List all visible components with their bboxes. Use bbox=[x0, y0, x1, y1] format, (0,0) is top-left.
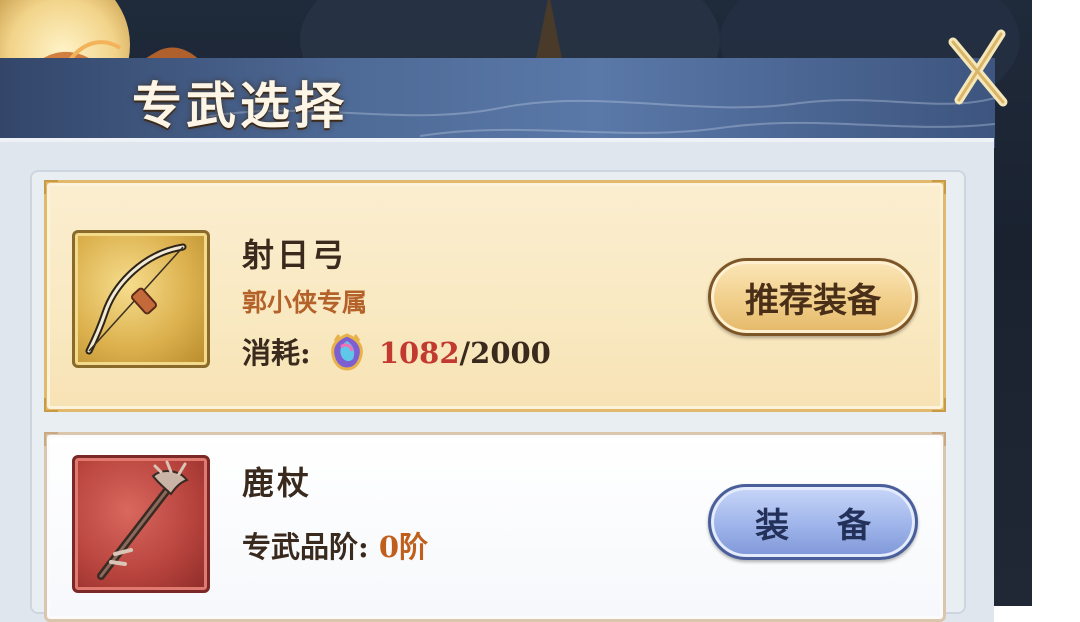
cost-total: /2000 bbox=[459, 336, 551, 370]
equip-button[interactable]: 装 备 bbox=[708, 484, 918, 560]
bow-icon bbox=[85, 243, 187, 355]
rainbow-gem-icon bbox=[330, 333, 363, 371]
tier-value: 0阶 bbox=[378, 530, 429, 564]
close-x-icon[interactable] bbox=[945, 22, 1011, 114]
weapon-tier: 专武品阶: 0阶 bbox=[242, 524, 428, 566]
card-corner-ornament bbox=[44, 398, 58, 412]
weapon-owner-label: 郭小侠专属 bbox=[242, 288, 368, 317]
recommend-equip-button[interactable]: 推荐装备 bbox=[708, 258, 918, 336]
weapon-name: 鹿杖 bbox=[242, 464, 313, 502]
weapon-slot-staff[interactable] bbox=[72, 455, 210, 593]
dialog-title: 专武选择 bbox=[132, 76, 348, 135]
background-spike bbox=[535, 0, 563, 64]
cost-label: 消耗: bbox=[242, 336, 311, 370]
card-corner-ornament bbox=[932, 180, 946, 194]
card-corner-ornament bbox=[932, 432, 946, 446]
weapon-slot-bow[interactable] bbox=[72, 230, 210, 368]
weapon-name: 射日弓 bbox=[242, 236, 348, 274]
cost-current: 1082 bbox=[378, 336, 460, 370]
card-corner-ornament bbox=[44, 432, 58, 446]
card-corner-ornament bbox=[932, 398, 946, 412]
weapon-cost: 消耗: 1082/2000 bbox=[242, 330, 551, 372]
deer-staff-icon bbox=[97, 460, 189, 580]
card-corner-ornament bbox=[44, 180, 58, 194]
tier-label: 专武品阶: bbox=[242, 530, 369, 564]
